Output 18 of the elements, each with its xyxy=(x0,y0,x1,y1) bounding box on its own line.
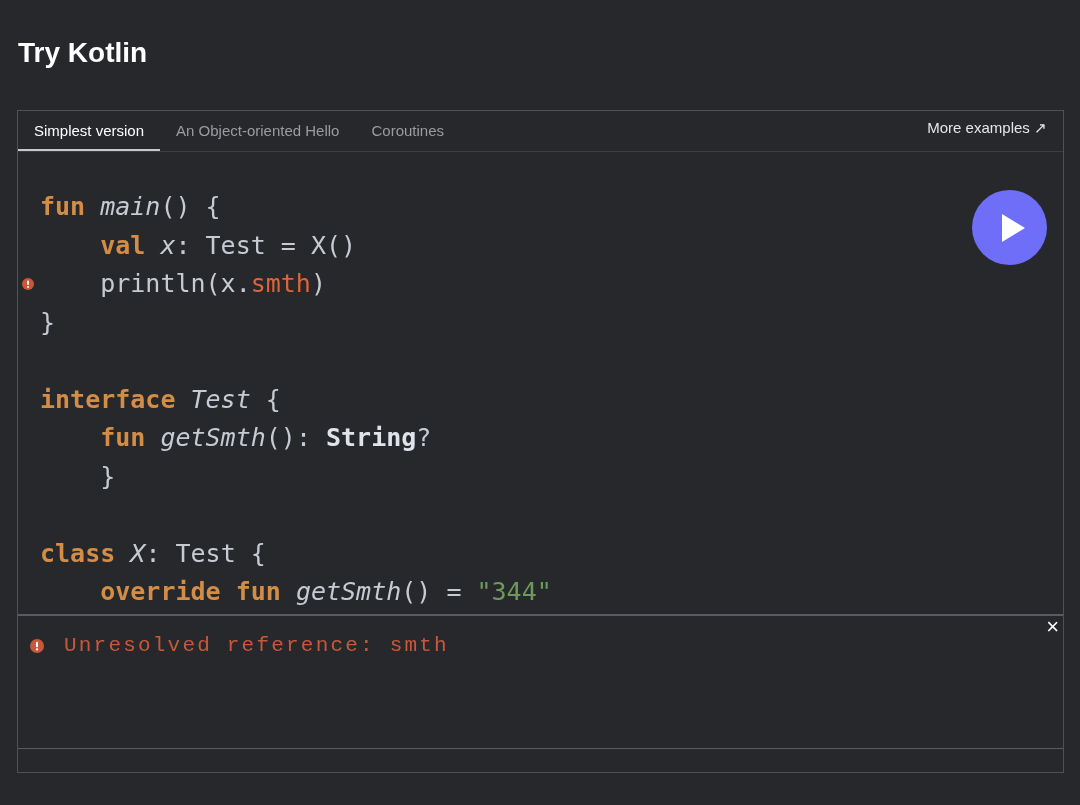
code-line: fun main() { xyxy=(39,191,221,223)
page-title: Try Kotlin xyxy=(18,36,149,70)
error-icon xyxy=(30,638,44,653)
code-line: val x: Test = X() xyxy=(99,229,357,262)
code-line: class X: Test { xyxy=(39,537,266,570)
play-icon xyxy=(999,212,1026,243)
code-line: } xyxy=(39,306,56,339)
error-message: Unresolved reference: smth xyxy=(64,634,449,657)
example-tab[interactable]: Coroutines xyxy=(355,111,460,151)
code-line: fun getSmth(): String? xyxy=(99,422,432,454)
example-tab[interactable]: An Object-oriented Hello xyxy=(160,111,356,151)
close-button[interactable]: × xyxy=(1044,616,1061,638)
code-line: println(x.smth) xyxy=(18,265,326,304)
more-examples-link[interactable]: More examples ↗ xyxy=(927,119,1047,137)
example-tab[interactable]: Simplest version xyxy=(18,111,161,151)
code-line: override fun getSmth() = "344" xyxy=(99,576,552,608)
code-line: } xyxy=(99,460,116,493)
code-line: interface Test { xyxy=(39,383,281,416)
